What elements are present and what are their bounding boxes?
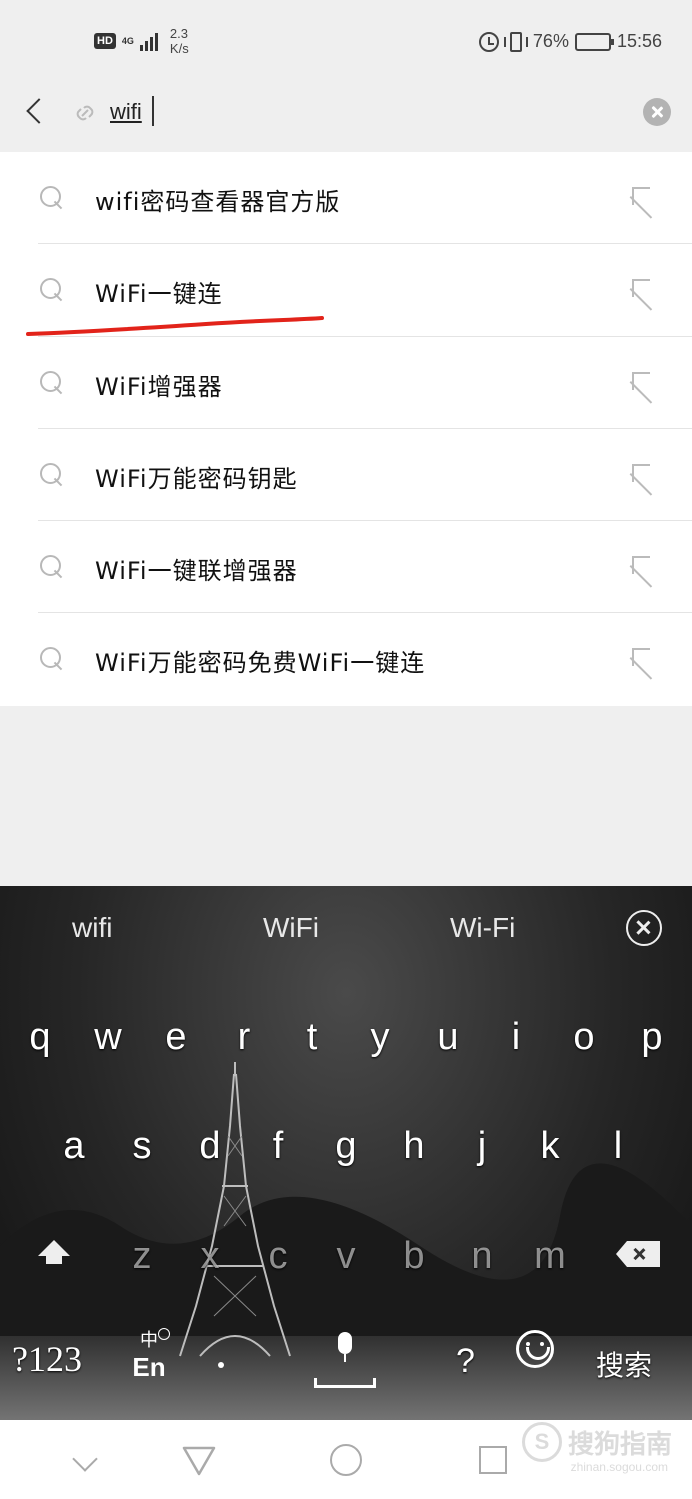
link-icon <box>76 105 94 121</box>
numbers-key[interactable]: ?123 <box>12 1338 82 1380</box>
key-g[interactable]: g <box>314 1111 378 1181</box>
key-h[interactable]: h <box>382 1111 446 1181</box>
back-button[interactable] <box>18 94 54 130</box>
fill-query-arrow-icon[interactable] <box>630 462 656 488</box>
key-b[interactable]: b <box>382 1221 446 1291</box>
clear-search-button[interactable] <box>643 98 671 126</box>
suggestion-list: wifi密码查看器官方版 WiFi一键连 WiFi增强器 WiFi万能密码钥匙 … <box>0 152 692 706</box>
key-k[interactable]: k <box>518 1111 582 1181</box>
alarm-icon <box>478 31 499 52</box>
key-w[interactable]: w <box>76 1002 140 1072</box>
key-s[interactable]: s <box>110 1111 174 1181</box>
hd-badge: HD <box>94 33 116 49</box>
key-l[interactable]: l <box>586 1111 650 1181</box>
battery-icon <box>574 32 614 51</box>
key-q[interactable]: q <box>8 1002 72 1072</box>
key-d[interactable]: d <box>178 1111 242 1181</box>
sogou-logo-icon: S <box>521 1422 562 1462</box>
candidate-bar: wifi WiFi Wi-Fi <box>0 886 692 970</box>
candidate-word[interactable]: WiFi <box>263 912 319 944</box>
question-key[interactable]: ? <box>456 1342 475 1381</box>
period-key[interactable] <box>218 1362 224 1368</box>
signal-icon <box>139 31 158 51</box>
suggestion-text: WiFi万能密码钥匙 <box>95 464 298 493</box>
key-u[interactable]: u <box>416 1002 480 1072</box>
speed-unit: K/s <box>169 41 189 56</box>
globe-icon <box>158 1328 170 1340</box>
suggestion-text: WiFi增强器 <box>95 372 223 401</box>
suggestion-item[interactable]: WiFi一键联增强器 <box>0 521 692 614</box>
search-icon <box>40 462 64 487</box>
close-candidates-icon[interactable] <box>626 910 662 946</box>
key-a[interactable]: a <box>42 1111 106 1181</box>
fill-query-arrow-icon[interactable] <box>630 646 656 672</box>
fill-query-arrow-icon[interactable] <box>630 185 656 211</box>
battery-percent: 76% <box>532 31 569 51</box>
search-icon <box>40 278 64 302</box>
red-underline-annotation <box>26 316 324 336</box>
watermark-url: zhinan.sogou.com <box>570 1460 668 1474</box>
key-x[interactable]: x <box>178 1221 242 1291</box>
network-type: 4G <box>121 35 134 46</box>
microphone-icon <box>338 1332 352 1362</box>
search-bar <box>0 84 692 152</box>
search-icon <box>40 186 64 210</box>
shift-key[interactable] <box>34 1236 74 1276</box>
suggestion-item[interactable]: WiFi万能密码钥匙 <box>0 429 692 522</box>
nav-back-icon[interactable] <box>182 1446 216 1476</box>
key-c[interactable]: c <box>246 1221 310 1291</box>
text-caret <box>152 96 154 126</box>
vibrate-icon <box>503 31 528 52</box>
status-right: 76% 15:56 <box>478 31 662 52</box>
nav-home-icon[interactable] <box>330 1444 362 1476</box>
search-input[interactable] <box>110 96 610 128</box>
suggestion-text: WiFi一键联增强器 <box>95 557 298 586</box>
search-icon <box>40 370 64 395</box>
fill-query-arrow-icon[interactable] <box>630 370 656 396</box>
key-e[interactable]: e <box>144 1002 208 1072</box>
key-z[interactable]: z <box>110 1221 174 1291</box>
emoji-icon[interactable] <box>516 1330 554 1368</box>
suggestion-text: wifi密码查看器官方版 <box>95 188 341 216</box>
key-m[interactable]: m <box>518 1221 582 1291</box>
suggestion-item[interactable]: WiFi增强器 <box>0 337 692 429</box>
candidate-word[interactable]: wifi <box>72 912 112 944</box>
suggestion-text: WiFi一键连 <box>95 280 223 309</box>
lang-en-label: En <box>132 1352 166 1382</box>
nav-recent-apps-icon[interactable] <box>479 1446 507 1474</box>
hide-keyboard-icon[interactable] <box>72 1446 98 1472</box>
speed-value: 2.3 <box>169 26 188 41</box>
key-j[interactable]: j <box>450 1111 514 1181</box>
suggestion-item[interactable]: WiFi万能密码免费WiFi一键连 <box>0 613 692 705</box>
status-left: HD 4G 2.3 K/s <box>94 26 189 56</box>
watermark-text: 搜狗指南 <box>567 1429 672 1460</box>
key-y[interactable]: y <box>348 1002 412 1072</box>
status-bar: HD 4G 2.3 K/s 76% 15:56 <box>0 0 692 84</box>
fill-query-arrow-icon[interactable] <box>630 277 656 303</box>
space-key[interactable] <box>312 1326 380 1392</box>
watermark: S 搜狗指南 <box>521 1422 672 1462</box>
network-speed: 2.3 K/s <box>170 26 189 56</box>
space-icon <box>314 1378 376 1388</box>
search-key[interactable]: 搜索 <box>596 1344 652 1384</box>
key-t[interactable]: t <box>280 1002 344 1072</box>
candidate-word[interactable]: Wi-Fi <box>450 912 515 944</box>
key-i[interactable]: i <box>484 1002 548 1072</box>
key-p[interactable]: p <box>620 1002 684 1072</box>
key-f[interactable]: f <box>246 1111 310 1181</box>
navigation-bar: S 搜狗指南 zhinan.sogou.com <box>0 1420 692 1499</box>
fill-query-arrow-icon[interactable] <box>630 554 656 580</box>
keyboard: wifi WiFi Wi-Fi qwertyuiop asdfghjkl zxc… <box>0 886 692 1420</box>
suggestion-text: WiFi万能密码免费WiFi一键连 <box>95 649 426 678</box>
key-n[interactable]: n <box>450 1221 514 1291</box>
search-icon <box>40 555 64 579</box>
suggestion-item[interactable]: wifi密码查看器官方版 <box>0 152 692 245</box>
search-icon <box>40 647 64 671</box>
key-v[interactable]: v <box>314 1221 378 1291</box>
key-o[interactable]: o <box>552 1002 616 1072</box>
clock: 15:56 <box>616 31 662 51</box>
key-r[interactable]: r <box>212 1002 276 1072</box>
